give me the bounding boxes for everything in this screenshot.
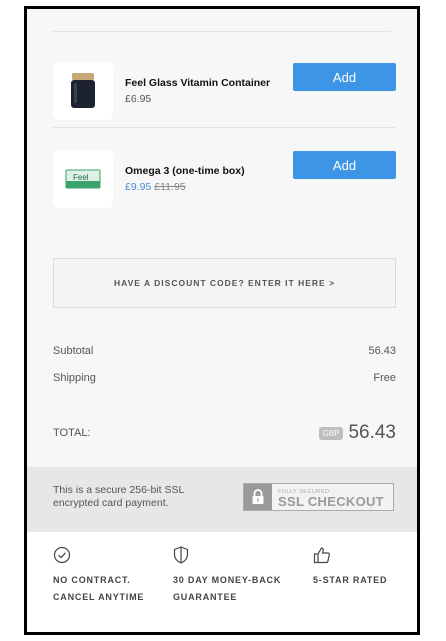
features-strip: NO CONTRACT. CANCEL ANYTIME 30 DAY MONEY… — [27, 532, 417, 632]
total-amount: 56.43 — [348, 422, 396, 443]
discount-code-link[interactable]: HAVE A DISCOUNT CODE? ENTER IT HERE > — [53, 258, 396, 308]
divider — [53, 127, 396, 128]
ssl-badge-big-text: SSL CHECKOUT — [278, 494, 384, 509]
feature-five-star: 5-STAR RATED — [313, 546, 387, 589]
shipping-label: Shipping — [53, 372, 96, 384]
total-label: TOTAL: — [53, 427, 91, 439]
product-name[interactable]: Omega 3 (one-time box) — [125, 165, 293, 178]
cart-panel: Feel Glass Vitamin Container £6.95 Add F… — [24, 6, 420, 635]
subtotal-label: Subtotal — [53, 345, 94, 357]
ssl-text: This is a secure 256-bit SSL encrypted c… — [53, 484, 184, 509]
add-button[interactable]: Add — [293, 63, 396, 91]
check-circle-icon — [53, 546, 71, 564]
total-row: TOTAL: GBP 56.43 — [53, 422, 396, 444]
price-value: £6.95 — [125, 93, 152, 105]
omega-box-icon: Feel — [65, 169, 101, 189]
currency-badge: GBP — [318, 426, 344, 440]
product-name[interactable]: Feel Glass Vitamin Container — [125, 77, 293, 90]
add-button[interactable]: Add — [293, 151, 396, 179]
product-price: £9.95 £11.95 — [125, 181, 293, 193]
cart-item-omega-3: Feel Omega 3 (one-time box) £9.95 £11.95 … — [53, 145, 396, 213]
thumbs-up-icon — [313, 547, 330, 564]
shipping-value: Free — [373, 372, 396, 384]
lock-icon — [244, 484, 272, 510]
subtotal-value: 56.43 — [368, 345, 396, 357]
ssl-checkout-badge: FULLY SECURED SSL CHECKOUT — [243, 483, 394, 511]
feature-text: 5-STAR RATED — [313, 575, 388, 585]
shield-icon — [173, 546, 189, 564]
feature-money-back: 30 DAY MONEY-BACK GUARANTEE — [173, 546, 281, 606]
shipping-row: Shipping Free — [53, 372, 396, 384]
product-price: £6.95 — [125, 93, 293, 105]
feature-text: 30 DAY MONEY-BACK GUARANTEE — [173, 575, 282, 602]
cart-item-glass-container: Feel Glass Vitamin Container £6.95 Add — [53, 57, 396, 125]
feature-text: NO CONTRACT. CANCEL ANYTIME — [53, 575, 145, 602]
subtotal-row: Subtotal 56.43 — [53, 345, 396, 357]
original-price: £11.95 — [154, 181, 186, 193]
feature-no-contract: NO CONTRACT. CANCEL ANYTIME — [53, 546, 144, 606]
ssl-notice: This is a secure 256-bit SSL encrypted c… — [27, 467, 417, 532]
product-thumbnail[interactable] — [53, 62, 113, 120]
product-thumbnail[interactable]: Feel — [53, 150, 113, 208]
box-brand-text: Feel — [73, 173, 89, 182]
sale-price: £9.95 — [125, 181, 152, 193]
glass-jar-icon — [71, 73, 95, 108]
divider — [53, 31, 391, 32]
